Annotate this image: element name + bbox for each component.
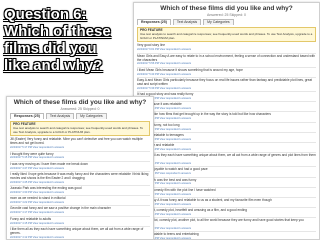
response-item: I really liked I hope gets because it wa… [10,171,150,187]
tab-bar: Responses (25) Text Analysis My Categori… [134,18,319,26]
response-text: Adventure plot, comedy plot, another plo… [137,218,304,226]
response-text: I like them all as they each have someth… [137,153,316,161]
response-text: I like them all as they each have someth… [10,226,144,235]
view-respondent-link[interactable]: 2/24/2017 4:12 PM View respondent's answ… [10,236,150,239]
pro-feature-text: Use text analysis to search and categori… [140,31,313,40]
pro-feature-text: Use text analysis to search and categori… [13,125,144,134]
pro-feature-notice: PRO FEATURE Use text analysis to search … [137,27,316,43]
response-item: Mean Girls and Easy A are easy to relate… [137,54,316,68]
response-item: Very good story line 2/24/2017 6:01 PM Vi… [137,43,316,54]
view-respondent-link[interactable]: 2/24/2017 4:15 PM View respondent's answ… [10,222,150,225]
slide-title: Question 6: Which of these films did you… [4,6,111,74]
response-item: Funny and relatable to adults 2/24/2017 4… [10,217,150,227]
view-respondent-link[interactable]: 2/24/2017 5:25 PM View respondent's answ… [137,117,316,120]
view-respondent-link[interactable]: 2/24/2017 5:56 PM View respondent's answ… [137,62,316,65]
view-respondent-link[interactable]: 2/24/2017 5:03 PM View respondent's answ… [137,193,316,196]
response-item: Jurassic plot, comedy plot, heartfelt an… [137,208,316,219]
view-respondent-link[interactable]: 2/24/2017 5:30 PM View respondent's answ… [137,97,316,100]
view-respondent-link[interactable]: 2/24/2017 4:45 PM View respondent's answ… [10,181,150,184]
view-respondent-link[interactable]: 2/24/2017 4:58 PM View respondent's answ… [137,203,316,206]
response-item: I like the easy A it was funny and relat… [137,198,316,209]
response-item: Easy A and Mean Girls particularly becau… [137,77,316,93]
response-item: Funny better and relatable 2/24/2017 5:18… [137,143,316,154]
view-respondent-link[interactable]: 2/24/2017 4:17 PM View respondent's answ… [10,211,150,214]
response-item: Funny and relatable to teenagers 2/24/201… [137,133,316,144]
view-respondent-link[interactable]: 2/24/2017 5:07 PM View respondent's answ… [137,182,316,185]
view-respondent-link[interactable]: 2/24/2017 4:47 PM View respondent's answ… [10,167,150,170]
response-item: I was very moving as I have then made me… [10,162,150,172]
response-item: Adventure plot, comedy plot, another plo… [137,218,316,233]
view-respondent-link[interactable]: 2/24/2017 6:01 PM View respondent's answ… [137,48,316,51]
tab-my-categories[interactable]: My Categories [203,19,234,25]
tab-responses[interactable]: Responses (25) [137,19,171,25]
question-title: Which of these films did you like and wh… [13,99,147,106]
view-respondent-link[interactable]: 2/24/2017 4:50 PM View respondent's answ… [137,227,316,230]
response-item: It's a good comedy film with the plot li… [137,188,316,198]
view-respondent-link[interactable]: 2/24/2017 5:20 PM View respondent's answ… [137,138,316,141]
response-item: They are enjoyable to watch and had a go… [137,167,316,178]
question-title: Which of these films did you like and wh… [160,5,293,12]
response-list: Jill (Easter) Very funny and relatable. … [7,137,153,239]
view-respondent-link[interactable]: 2/24/2017 5:17 PM View respondent's answ… [10,146,150,149]
survey-results-panel-front: Which of these films did you like and wh… [6,96,154,240]
response-item: Jurassic Park was interesting the ending… [10,186,150,197]
response-item: Easy A because it was relatable 2/24/2017… [137,102,316,113]
response-item: mom as we needed to stand in editorial 2/… [10,196,150,207]
view-respondent-link[interactable]: 2/24/2017 5:43 PM View respondent's answ… [137,73,316,76]
response-item: Mean girls. funny, not too long 2/24/2017… [137,123,316,133]
view-respondent-link[interactable]: 2/24/2017 5:11 PM View respondent's answ… [137,172,316,175]
view-respondent-link[interactable]: 2/24/2017 5:28 PM View respondent's answ… [137,107,316,110]
response-item: Geordie cast funny and we saw a positive… [10,206,150,217]
view-respondent-link[interactable]: 2/24/2017 5:18 PM View respondent's answ… [137,148,316,151]
response-item: I thought they were quite funny 2/24/2017… [10,152,150,162]
response-list: Very good story line 2/24/2017 6:01 PM Vi… [134,43,319,239]
response-text: Easy A and Mean Girls particularly becau… [137,77,313,86]
response-item: Jurassic Park was the best and was funny… [137,178,316,188]
view-respondent-link[interactable]: 2/24/2017 5:15 PM View respondent's answ… [10,156,150,159]
tab-bar: Responses (25) Text Analysis My Categori… [7,112,153,120]
response-item: I like them all as they each have someth… [10,226,150,239]
view-respondent-link[interactable]: 2/24/2017 4:55 PM View respondent's answ… [137,213,316,216]
view-respondent-link[interactable]: 2/24/2017 5:14 PM View respondent's answ… [137,162,316,165]
response-item: It had a good story and was really funny… [137,92,316,103]
survey-results-panel-back: Which of these films did you like and wh… [133,2,320,240]
response-item: They are relatable to teens and entertai… [137,232,316,239]
view-respondent-link[interactable]: 2/24/2017 4:30 PM View respondent's answ… [10,191,150,194]
response-item: Jill (Easter) Very funny and relatable. … [10,137,150,152]
tab-text-analysis[interactable]: Text Analysis [172,19,202,25]
response-text: I really liked I hope gets because it wa… [10,171,149,180]
view-respondent-link[interactable]: 2/24/2017 5:22 PM View respondent's answ… [137,128,316,131]
view-respondent-link[interactable]: 2/24/2017 5:39 PM View respondent's answ… [137,87,316,90]
response-item: I liked Mean Girls because it shows some… [137,68,316,78]
view-respondent-link[interactable]: 2/24/2017 4:22 PM View respondent's answ… [10,201,150,204]
pro-feature-notice: PRO FEATURE Use text analysis to search … [10,121,150,137]
response-item: Hairspray I like how films that get brou… [137,112,316,123]
tab-text-analysis[interactable]: Text Analysis [45,113,75,119]
tab-responses[interactable]: Responses (25) [10,113,44,119]
response-item: I like them all as they each have someth… [137,153,316,168]
tab-my-categories[interactable]: My Categories [76,113,107,119]
